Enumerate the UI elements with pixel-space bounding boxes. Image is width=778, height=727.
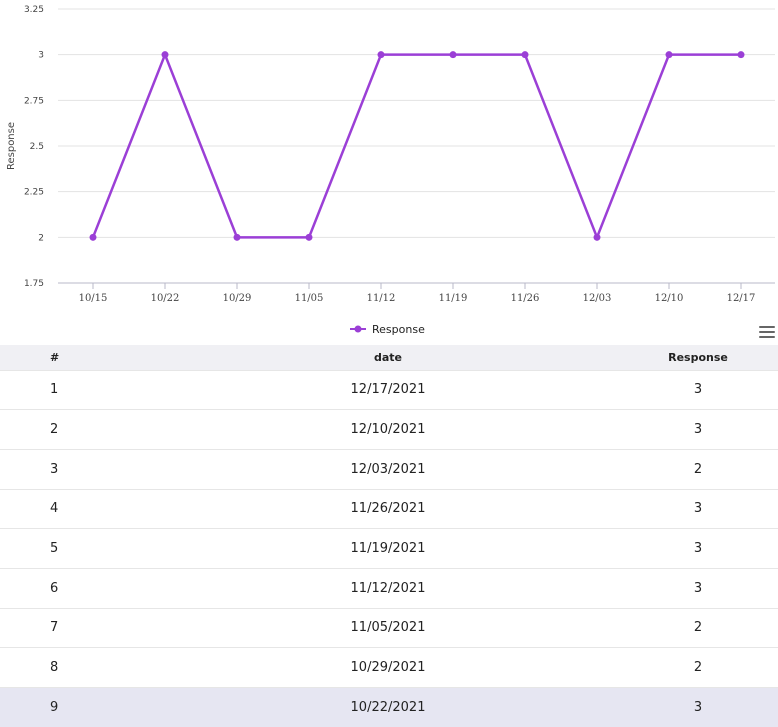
data-point bbox=[594, 234, 601, 241]
table-row[interactable]: 9 10/22/2021 3 bbox=[0, 688, 778, 727]
x-tick-label: 12/10 bbox=[655, 293, 684, 304]
row-index: 2 bbox=[0, 410, 158, 450]
row-index: 3 bbox=[0, 449, 158, 489]
y-tick-label: 2 bbox=[38, 233, 44, 243]
row-index: 6 bbox=[0, 568, 158, 608]
x-tick-label: 10/29 bbox=[223, 293, 252, 304]
x-tick-label: 12/17 bbox=[727, 293, 756, 304]
row-index: 7 bbox=[0, 608, 158, 648]
legend-label: Response bbox=[372, 323, 425, 336]
table-header-row: # date Response bbox=[0, 345, 778, 370]
y-tick-label: 2.75 bbox=[24, 96, 44, 106]
row-response: 2 bbox=[618, 449, 778, 489]
data-table: # date Response 1 12/17/2021 3 2 12/10/2… bbox=[0, 345, 778, 727]
y-tick-label: 3.25 bbox=[24, 5, 44, 15]
y-tick-label: 1.75 bbox=[24, 279, 44, 289]
row-response: 3 bbox=[618, 489, 778, 529]
row-date: 11/12/2021 bbox=[158, 568, 618, 608]
x-tick-label: 12/03 bbox=[583, 293, 612, 304]
row-date: 11/05/2021 bbox=[158, 608, 618, 648]
row-date: 12/03/2021 bbox=[158, 449, 618, 489]
row-response: 3 bbox=[618, 688, 778, 727]
x-tick-label: 11/12 bbox=[367, 293, 396, 304]
table-row[interactable]: 7 11/05/2021 2 bbox=[0, 608, 778, 648]
y-tick-label: 2.5 bbox=[30, 142, 44, 152]
y-tick-label: 3 bbox=[38, 51, 44, 61]
table-row[interactable]: 5 11/19/2021 3 bbox=[0, 529, 778, 569]
x-tick-label: 11/05 bbox=[295, 293, 324, 304]
x-tick-label: 11/26 bbox=[511, 293, 540, 304]
legend-marker bbox=[355, 326, 362, 333]
row-response: 3 bbox=[618, 568, 778, 608]
table-row[interactable]: 4 11/26/2021 3 bbox=[0, 489, 778, 529]
table-row[interactable]: 3 12/03/2021 2 bbox=[0, 449, 778, 489]
header-response[interactable]: Response bbox=[618, 345, 778, 370]
data-point bbox=[666, 51, 673, 58]
row-index: 5 bbox=[0, 529, 158, 569]
row-date: 12/10/2021 bbox=[158, 410, 618, 450]
row-index: 8 bbox=[0, 648, 158, 688]
row-response: 2 bbox=[618, 648, 778, 688]
table-row[interactable]: 8 10/29/2021 2 bbox=[0, 648, 778, 688]
table-row[interactable]: 2 12/10/2021 3 bbox=[0, 410, 778, 450]
data-point bbox=[738, 51, 745, 58]
x-tick-label: 10/15 bbox=[79, 293, 108, 304]
row-response: 3 bbox=[618, 370, 778, 410]
row-date: 10/29/2021 bbox=[158, 648, 618, 688]
row-response: 3 bbox=[618, 529, 778, 569]
row-response: 3 bbox=[618, 410, 778, 450]
row-date: 12/17/2021 bbox=[158, 370, 618, 410]
y-axis-label: Response bbox=[6, 122, 17, 170]
table-row[interactable]: 6 11/12/2021 3 bbox=[0, 568, 778, 608]
data-point bbox=[162, 51, 169, 58]
response-chart: 1.75 2 2.25 2.5 2.75 3 3.25 Response 10/15 10/22 1… bbox=[0, 0, 778, 345]
header-date[interactable]: date bbox=[158, 345, 618, 370]
x-tick-label: 10/22 bbox=[151, 293, 180, 304]
data-point bbox=[522, 51, 529, 58]
row-index: 9 bbox=[0, 688, 158, 727]
row-index: 1 bbox=[0, 370, 158, 410]
row-date: 11/26/2021 bbox=[158, 489, 618, 529]
row-date: 10/22/2021 bbox=[158, 688, 618, 727]
x-tick-label: 11/19 bbox=[439, 293, 468, 304]
chart-menu-icon[interactable] bbox=[759, 326, 775, 340]
data-point bbox=[234, 234, 241, 241]
data-point bbox=[306, 234, 313, 241]
y-tick-label: 2.25 bbox=[24, 188, 44, 198]
data-point bbox=[378, 51, 385, 58]
header-index[interactable]: # bbox=[0, 345, 158, 370]
data-point bbox=[90, 234, 97, 241]
row-index: 4 bbox=[0, 489, 158, 529]
chart-svg: 1.75 2 2.25 2.5 2.75 3 3.25 Response 10/15 10/22 1… bbox=[0, 0, 778, 345]
table-row[interactable]: 1 12/17/2021 3 bbox=[0, 370, 778, 410]
row-response: 2 bbox=[618, 608, 778, 648]
data-point bbox=[450, 51, 457, 58]
row-date: 11/19/2021 bbox=[158, 529, 618, 569]
